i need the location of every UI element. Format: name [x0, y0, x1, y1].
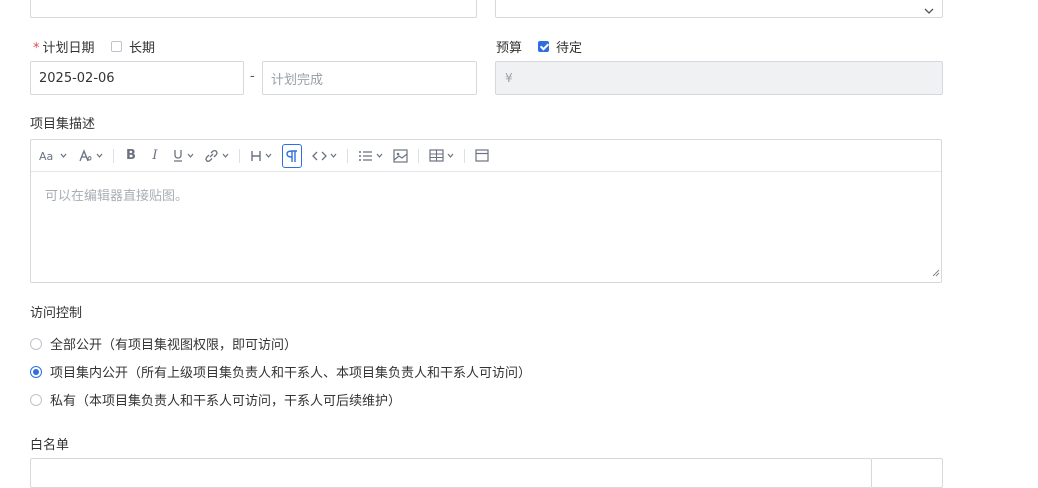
- whitelist-input[interactable]: [30, 458, 872, 488]
- top-right-select[interactable]: [495, 0, 943, 18]
- access-option-private[interactable]: 私有（本项目集负责人和干系人可访问，干系人可后续维护）: [30, 390, 401, 409]
- long-term-label: 长期: [129, 41, 156, 56]
- editor-content[interactable]: 可以在编辑器直接贴图。: [31, 172, 941, 217]
- rich-text-editor[interactable]: Aa B I 可以在编辑器直接贴图。: [30, 139, 942, 283]
- resize-handle-icon[interactable]: [931, 266, 940, 281]
- editor-toolbar: Aa B I: [31, 140, 941, 172]
- plan-start-date-input[interactable]: 2025-02-06: [30, 61, 244, 95]
- fullscreen-icon[interactable]: [475, 145, 489, 167]
- budget-pending-checkbox-box[interactable]: [538, 41, 549, 52]
- access-option-label: 项目集内公开（所有上级项目集负责人和干系人、本项目集负责人和干系人可访问）: [50, 366, 532, 381]
- currency-symbol: ¥: [505, 71, 513, 85]
- budget-input: ¥: [495, 61, 943, 95]
- top-left-input[interactable]: [30, 0, 477, 18]
- plan-date-label: * 计划日期: [33, 37, 95, 56]
- budget-pending-checkbox[interactable]: 待定: [538, 37, 582, 56]
- date-range-separator: -: [250, 69, 255, 84]
- image-icon[interactable]: [393, 145, 408, 167]
- access-option-label: 全部公开（有项目集视图权限，即可访问）: [50, 338, 298, 353]
- heading-icon[interactable]: [250, 145, 272, 167]
- code-icon[interactable]: [312, 145, 337, 167]
- toolbar-divider: [418, 148, 419, 163]
- radio-button[interactable]: [30, 393, 42, 406]
- description-label: 项目集描述: [30, 117, 96, 132]
- toolbar-divider: [239, 148, 240, 163]
- budget-label: 预算: [496, 41, 523, 56]
- long-term-checkbox-box[interactable]: [111, 41, 122, 52]
- whitelist-label: 白名单: [30, 438, 70, 453]
- link-icon[interactable]: [204, 145, 229, 167]
- toolbar-divider: [347, 148, 348, 163]
- svg-text:Aa: Aa: [39, 150, 53, 162]
- toolbar-divider: [113, 148, 114, 163]
- access-option-internal[interactable]: 项目集内公开（所有上级项目集负责人和干系人、本项目集负责人和干系人可访问）: [30, 362, 531, 381]
- italic-icon[interactable]: I: [148, 145, 162, 167]
- required-mark: *: [33, 41, 40, 56]
- access-option-public[interactable]: 全部公开（有项目集视图权限，即可访问）: [30, 334, 297, 353]
- chevron-down-icon: [924, 3, 934, 18]
- radio-button[interactable]: [30, 337, 42, 350]
- access-option-label: 私有（本项目集负责人和干系人可访问，干系人可后续维护）: [50, 394, 402, 409]
- font-size-icon[interactable]: Aa: [39, 145, 67, 167]
- budget-pending-label: 待定: [556, 41, 583, 56]
- whitelist-addon[interactable]: [871, 458, 943, 488]
- underline-icon[interactable]: [172, 145, 194, 167]
- bold-icon[interactable]: B: [124, 145, 138, 167]
- plan-end-date-input[interactable]: 计划完成: [262, 61, 477, 95]
- paragraph-icon[interactable]: [282, 143, 302, 168]
- toolbar-divider: [464, 148, 465, 163]
- table-icon[interactable]: [429, 145, 454, 167]
- list-icon[interactable]: [358, 145, 383, 167]
- radio-button-selected[interactable]: [30, 365, 42, 378]
- access-control-label: 访问控制: [30, 306, 83, 321]
- plan-date-label-text: 计划日期: [42, 41, 95, 56]
- text-color-icon[interactable]: [77, 145, 103, 167]
- long-term-checkbox[interactable]: 长期: [111, 37, 155, 56]
